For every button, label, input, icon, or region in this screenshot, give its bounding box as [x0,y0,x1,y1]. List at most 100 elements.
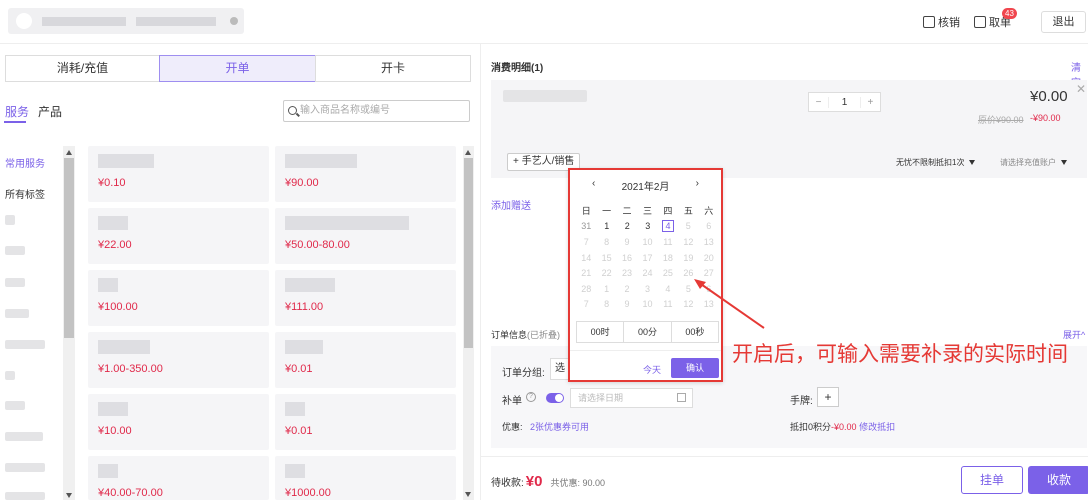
weekday-header: 日 一 二 三 四 五 六 [576,203,719,219]
item-name-redacted [503,90,587,102]
quantity-stepper[interactable]: − 1 + [808,92,881,112]
category-all-tags[interactable]: 所有标签 [5,186,45,201]
store-name-redacted [42,17,126,26]
hold-order-button[interactable]: 挂单 [961,466,1023,494]
quantity-value[interactable]: 1 [828,96,861,108]
item-price: ¥0.00 [1030,88,1068,105]
day-cell[interactable]: 2 [617,221,638,231]
amount-due: 待收款: ¥0 共优惠: 90.00 [491,473,605,490]
subtab-service[interactable]: 服务 [5,103,29,120]
date-picker-divider [570,350,721,351]
product-price: ¥10.00 [98,425,132,437]
product-scroll-thumb[interactable] [464,158,473,348]
product-card[interactable]: ¥0.10 [88,146,269,202]
product-price: ¥0.01 [285,363,313,375]
tab-open-card[interactable]: 开卡 [315,55,471,82]
confirm-button[interactable]: 确认 [671,358,719,378]
category-scroll-thumb[interactable] [64,158,74,338]
store-avatar [16,13,32,29]
order-group-label: 订单分组: [502,368,545,379]
store-selector[interactable] [8,8,244,34]
product-search-input[interactable]: 输入商品名称或编号 [283,100,470,122]
category-redacted[interactable] [5,371,15,380]
subtab-product[interactable]: 产品 [38,103,62,120]
scroll-down-icon[interactable] [465,492,471,497]
today-button[interactable]: 今天 [643,363,661,376]
category-redacted[interactable] [5,309,29,318]
product-card[interactable]: ¥1000.00 [275,456,456,500]
chevron-down-icon [1061,160,1067,165]
category-redacted[interactable] [5,463,45,472]
day-cell[interactable]: 31 [576,221,597,231]
help-icon[interactable]: ? [526,392,536,402]
product-card[interactable]: ¥111.00 [275,270,456,326]
day-cell[interactable]: 1 [597,221,618,231]
category-redacted[interactable] [5,401,25,410]
hour-input[interactable]: 00时 [577,322,625,342]
panel-divider [480,44,481,500]
product-card[interactable]: ¥0.01 [275,332,456,388]
verify-label: 核销 [938,17,960,29]
coupon-label: 优惠: [502,422,523,432]
category-redacted[interactable] [5,432,43,441]
increment-button[interactable]: + [861,97,880,108]
hand-tag-label: 手牌: [790,396,813,407]
category-redacted[interactable] [5,246,25,255]
backfill-label: 补单 [502,396,522,407]
account-select-label: 请选择充值账户 [1000,158,1056,167]
edit-points-link[interactable]: 修改抵扣 [859,422,895,432]
category-redacted[interactable] [5,340,45,349]
day-cell: 17 [642,252,653,263]
day-cell: 9 [624,299,630,310]
category-common[interactable]: 常用服务 [5,155,45,170]
prev-month-icon[interactable]: ‹ [592,178,595,193]
day-cell: 13 [703,236,714,247]
day-cell: 3 [644,283,650,294]
coupon-link[interactable]: 2张优惠券可用 [530,420,589,433]
account-select[interactable]: 请选择充值账户 [1000,157,1067,168]
limit-select[interactable]: 无忧不限制抵扣1次 [896,157,976,168]
product-card[interactable]: ¥1.00-350.00 [88,332,269,388]
decrement-button[interactable]: − [809,97,828,108]
day-cell: 7 [583,299,589,310]
category-redacted[interactable] [5,278,25,287]
pay-button[interactable]: 收款 [1028,466,1088,494]
add-hand-tag-button[interactable]: + [817,387,839,407]
category-redacted[interactable] [5,492,45,500]
next-month-icon[interactable]: › [696,178,699,193]
day-cell: 8 [604,299,610,310]
product-card[interactable]: ¥50.00-80.00 [275,208,456,264]
store-status-dot [230,17,238,25]
scroll-down-icon[interactable] [66,493,72,498]
product-card[interactable]: ¥40.00-70.00 [88,456,269,500]
search-icon [288,106,297,115]
day-cell: 22 [601,268,612,279]
product-price: ¥40.00-70.00 [98,487,163,499]
day-cell-today[interactable]: 4 [662,220,674,233]
due-amount: ¥0 [525,473,543,490]
day-cell: 12 [683,236,694,247]
scroll-up-icon[interactable] [465,150,471,155]
day-cell[interactable]: 3 [638,221,659,231]
category-redacted[interactable] [5,215,15,225]
calendar-icon [677,393,686,402]
product-price: ¥111.00 [285,301,324,313]
pickup-button[interactable]: 取单 43 [974,8,1017,30]
backfill-toggle[interactable] [546,393,564,403]
product-card[interactable]: ¥22.00 [88,208,269,264]
tab-open-order[interactable]: 开单 [159,55,316,82]
verify-icon [923,16,935,28]
tab-consume-recharge[interactable]: 消耗/充值 [5,55,160,82]
product-card[interactable]: ¥0.01 [275,394,456,450]
backfill-date-input[interactable]: 请选择日期 [570,388,693,408]
product-card[interactable]: ¥10.00 [88,394,269,450]
close-icon[interactable]: ✕ [1076,82,1086,96]
product-card[interactable]: ¥90.00 [275,146,456,202]
add-gift-link[interactable]: 添加赠送 [491,197,531,212]
order-info-label: 订单信息 [491,330,528,340]
scroll-up-icon[interactable] [66,150,72,155]
minute-input[interactable]: 00分 [624,322,672,342]
verify-button[interactable]: 核销 [923,14,960,30]
logout-button[interactable]: 退出 [1041,11,1086,33]
product-card[interactable]: ¥100.00 [88,270,269,326]
